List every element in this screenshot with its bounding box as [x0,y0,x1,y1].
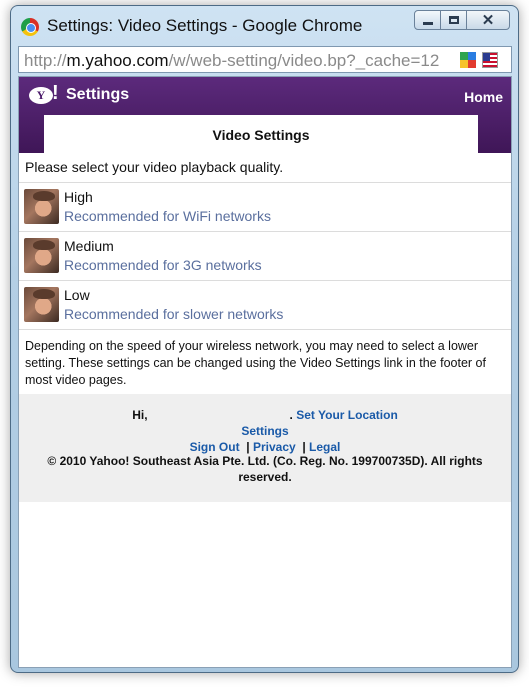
page-viewport: Y ! Settings Home Video Settings Please … [18,76,512,668]
url-scheme: http:// [24,51,67,70]
tab-label: Video Settings [212,127,310,143]
set-location-link[interactable]: Set Your Location [296,408,398,422]
links-row: Sign Out | Privacy | Legal [19,440,511,454]
thumbnail-icon [24,287,59,322]
greeting-row: Hi,. Set Your Location [19,408,511,422]
title-bar[interactable]: Settings: Video Settings - Google Chrome… [11,6,518,42]
greeting-dot: . [289,408,293,422]
address-bar[interactable]: http://m.yahoo.com/w/web-setting/video.b… [18,46,512,73]
close-icon: ✕ [481,11,495,29]
close-button[interactable]: ✕ [466,10,510,30]
url-text[interactable]: http://m.yahoo.com/w/web-setting/video.b… [24,51,449,71]
minimize-button[interactable] [414,10,441,30]
thumbnail-icon [24,238,59,273]
copyright-text: © 2010 Yahoo! Southeast Asia Pte. Ltd. (… [47,454,483,484]
link-divider: | [246,440,250,454]
thumbnail-icon [24,189,59,224]
yahoo-header: Y ! Settings Home Video Settings [19,77,511,153]
footer: Hi,. Set Your Location Settings Sign Out… [19,394,511,502]
chrome-logo-icon [21,18,39,36]
option-name: Low [64,287,90,303]
quality-option-medium[interactable]: Medium Recommended for 3G networks [19,232,511,280]
home-link[interactable]: Home [464,89,503,105]
option-description[interactable]: Recommended for 3G networks [64,257,262,273]
page-action-icon[interactable] [460,52,476,68]
option-description[interactable]: Recommended for slower networks [64,306,283,322]
window-controls: ✕ [414,10,510,32]
maximize-button[interactable] [440,10,467,30]
quality-option-high[interactable]: High Recommended for WiFi networks [19,183,511,231]
browser-window: Settings: Video Settings - Google Chrome… [10,5,519,673]
link-divider: | [302,440,306,454]
option-name: Medium [64,238,114,254]
yahoo-logo-icon[interactable]: Y [29,87,53,104]
flag-icon[interactable] [482,52,498,68]
settings-row: Settings [19,424,511,438]
option-name: High [64,189,93,205]
url-path: /w/web-setting/video.bp?_cache=12 [168,51,440,70]
quality-option-low[interactable]: Low Recommended for slower networks [19,281,511,329]
header-title: Settings [66,86,130,103]
greeting-text: Hi, [132,408,148,422]
url-domain: m.yahoo.com [66,51,169,70]
divider [19,329,511,330]
privacy-link[interactable]: Privacy [253,440,296,454]
option-description[interactable]: Recommended for WiFi networks [64,208,271,224]
info-note: Depending on the speed of your wireless … [25,339,486,387]
legal-link[interactable]: Legal [309,440,340,454]
minimize-icon [422,22,433,25]
yahoo-logo-bang: ! [52,82,59,104]
tab-video-settings: Video Settings [44,115,478,153]
settings-link[interactable]: Settings [241,424,288,438]
sign-out-link[interactable]: Sign Out [190,440,240,454]
intro-text: Please select your video playback qualit… [25,159,284,175]
window-title: Settings: Video Settings - Google Chrome [47,16,363,35]
maximize-icon [448,16,459,24]
